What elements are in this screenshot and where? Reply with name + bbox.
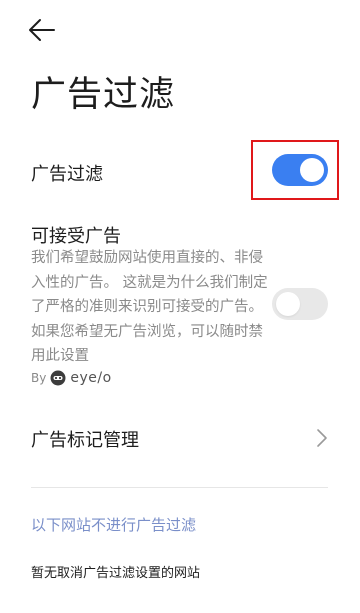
toggle-knob: [300, 158, 324, 182]
provider-name: eye/o: [70, 370, 112, 386]
toggle-knob: [276, 292, 300, 316]
acceptable-ads-toggle[interactable]: [272, 288, 328, 320]
arrow-left-icon: [29, 19, 55, 41]
acceptable-ads-description: 我们希望鼓励网站使用直接的、非侵入性的广告。 这就是为什么我们制定了严格的准则来…: [31, 250, 268, 364]
whitelist-empty-text: 暂无取消广告过滤设置的网站: [31, 566, 201, 581]
ad-mark-management-row[interactable]: 广告标记管理: [0, 408, 360, 468]
divider: [31, 487, 328, 488]
acceptable-ads-title: 可接受广告: [31, 226, 121, 247]
eyeo-logo-icon: [50, 370, 66, 386]
provider-credit: By eye/o: [31, 369, 112, 387]
whitelist-header: 以下网站不进行广告过滤: [31, 516, 197, 534]
chevron-right-icon: [317, 429, 327, 447]
by-label: By: [31, 371, 47, 385]
ad-filter-toggle[interactable]: [272, 154, 328, 186]
ad-filter-label: 广告过滤: [31, 164, 103, 185]
back-button[interactable]: [28, 16, 64, 46]
ad-mark-management-label: 广告标记管理: [31, 430, 139, 451]
page-title: 广告过滤: [31, 75, 176, 115]
